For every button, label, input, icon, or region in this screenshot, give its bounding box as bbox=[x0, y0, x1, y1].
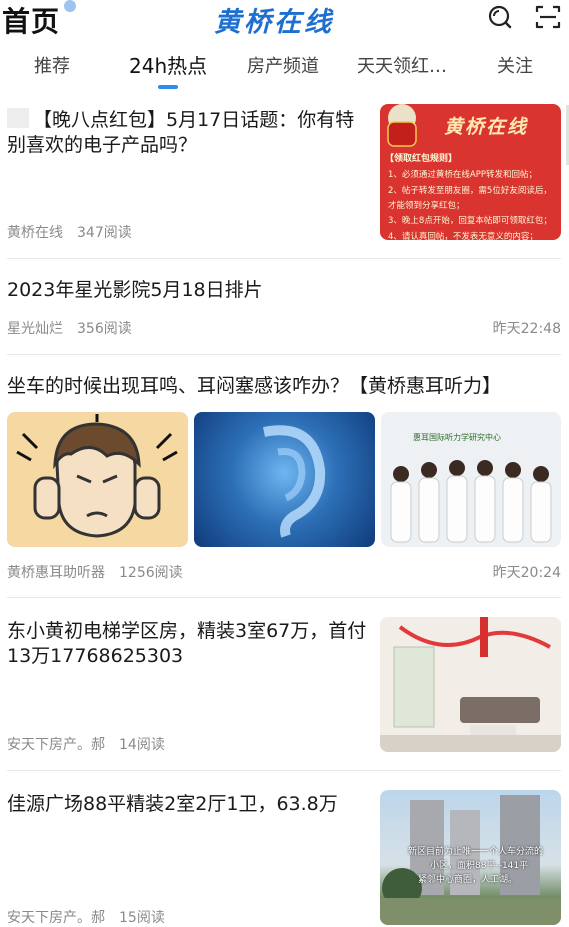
clinic-sign: 惠耳国际听力学研究中心 bbox=[413, 433, 501, 442]
poster-rule-4: 4、请认真回帖，不发表无意义的内容； bbox=[388, 232, 538, 240]
poster-brand: 黄桥在线 bbox=[444, 116, 529, 138]
channel-tabs: 推荐 24h热点 房产频道 天天领红… 关注 bbox=[0, 52, 569, 92]
notification-dot bbox=[64, 0, 76, 12]
search-button[interactable] bbox=[487, 4, 513, 30]
divider bbox=[7, 354, 561, 355]
news-title: 坐车的时候出现耳鸣、耳闷塞感该咋办？【黄桥惠耳听力】 bbox=[7, 375, 502, 397]
news-time: 昨天22:48 bbox=[492, 321, 561, 337]
title-image-placeholder bbox=[7, 108, 29, 128]
photo-caption-3: 紧邻中心商圈，人工湖。 bbox=[418, 875, 518, 885]
news-source: 黄桥在线 bbox=[7, 225, 63, 241]
news-title: 东小黄初电梯学区房，精装3室67万，首付13万17768625303 bbox=[7, 620, 367, 667]
search-icon bbox=[488, 5, 512, 29]
brand-logo: 黄桥在线 bbox=[214, 7, 334, 38]
photo-caption-1: 新区目前为止唯一一个人车分流的 bbox=[408, 847, 544, 857]
scan-button[interactable] bbox=[535, 4, 561, 30]
divider bbox=[7, 258, 561, 259]
news-source: 安天下房产。郝 bbox=[7, 910, 105, 926]
read-count: 347阅读 bbox=[77, 225, 132, 241]
page-title: 首页 bbox=[2, 5, 61, 38]
scan-icon bbox=[535, 5, 561, 29]
news-thumbnail[interactable]: 新区目前为止唯一一个人车分流的 小区，面积88平--141平 紧邻中心商圈，人工… bbox=[380, 790, 561, 925]
ear-closeup-image bbox=[263, 425, 326, 538]
news-meta: 星光灿烂 356阅读 bbox=[7, 318, 132, 338]
news-meta: 安天下房产。郝 15阅读 bbox=[7, 907, 165, 927]
news-card[interactable]: 东小黄初电梯学区房，精装3室67万，首付13万17768625303 安天下房产… bbox=[7, 617, 561, 754]
news-thumbnail[interactable] bbox=[194, 412, 375, 547]
poster-rule-1: 1、必须通过黄桥在线APP转发和回帖； bbox=[388, 170, 537, 180]
news-card[interactable]: 【晚八点红包】5月17日话题：你有特别喜欢的电子产品吗？ 黄桥在线 347阅读 黄… bbox=[7, 104, 561, 246]
read-count: 14阅读 bbox=[119, 737, 165, 753]
active-tab-indicator bbox=[158, 85, 178, 89]
news-source: 星光灿烂 bbox=[7, 321, 63, 337]
news-title: 2023年星光影院5月18日排片 bbox=[7, 279, 263, 301]
read-count: 15阅读 bbox=[119, 910, 165, 926]
read-count: 356阅读 bbox=[77, 321, 132, 337]
news-source: 安天下房产。郝 bbox=[7, 737, 105, 753]
news-thumbnail[interactable]: 黄桥在线 【领取红包规则】 1、必须通过黄桥在线APP转发和回帖； 2、帖子转发… bbox=[380, 104, 561, 240]
divider bbox=[7, 597, 561, 598]
news-time: 昨天20:24 bbox=[492, 565, 561, 581]
tab-recommend[interactable]: 推荐 bbox=[34, 52, 70, 78]
news-title: 佳源广场88平精装2室2厅1卫，63.8万 bbox=[7, 793, 338, 815]
news-card[interactable]: 2023年星光影院5月18日排片 星光灿烂 356阅读 昨天22:48 bbox=[7, 278, 561, 342]
read-count: 1256阅读 bbox=[119, 565, 183, 581]
apartment-interior-photo bbox=[380, 617, 561, 752]
news-title: 【晚八点红包】5月17日话题：你有特别喜欢的电子产品吗？ bbox=[7, 108, 369, 158]
news-meta: 黄桥惠耳助听器 1256阅读 bbox=[7, 562, 183, 582]
news-title-text: 【晚八点红包】5月17日话题：你有特别喜欢的电子产品吗？ bbox=[7, 109, 355, 156]
news-thumbnail[interactable]: 惠耳国际听力学研究中心 bbox=[381, 412, 561, 547]
ear-pain-illustration bbox=[16, 414, 178, 538]
news-card[interactable]: 佳源广场88平精装2室2厅1卫，63.8万 安天下房产。郝 15阅读 新区目前为止… bbox=[7, 790, 561, 927]
divider bbox=[7, 770, 561, 771]
poster-rule-3: 3、晚上8点开始，回复本帖即可领取红包； bbox=[388, 216, 552, 226]
tab-daily-red-packet[interactable]: 天天领红… bbox=[357, 52, 447, 78]
news-source: 黄桥惠耳助听器 bbox=[7, 565, 105, 581]
tab-following[interactable]: 关注 bbox=[497, 52, 533, 78]
news-thumbnail[interactable] bbox=[380, 617, 561, 752]
news-meta: 安天下房产。郝 14阅读 bbox=[7, 734, 165, 754]
news-card[interactable]: 坐车的时候出现耳鸣、耳闷塞感该咋办？【黄桥惠耳听力】 惠耳国际听力学研究中心 黄… bbox=[7, 374, 561, 582]
poster-rule-2: 2、帖子转发至朋友圈，需5位好友阅读后，才能领到分享红包； bbox=[388, 186, 552, 211]
photo-caption-2: 小区，面积88平--141平 bbox=[430, 861, 529, 871]
news-thumbnail[interactable] bbox=[7, 412, 188, 547]
top-bar: 首页 黄桥在线 bbox=[0, 0, 569, 40]
poster-heading: 【领取红包规则】 bbox=[385, 154, 458, 164]
tab-real-estate[interactable]: 房产频道 bbox=[247, 52, 319, 78]
news-meta: 黄桥在线 347阅读 bbox=[7, 222, 132, 242]
tab-24h-hot[interactable]: 24h热点 bbox=[129, 50, 207, 79]
